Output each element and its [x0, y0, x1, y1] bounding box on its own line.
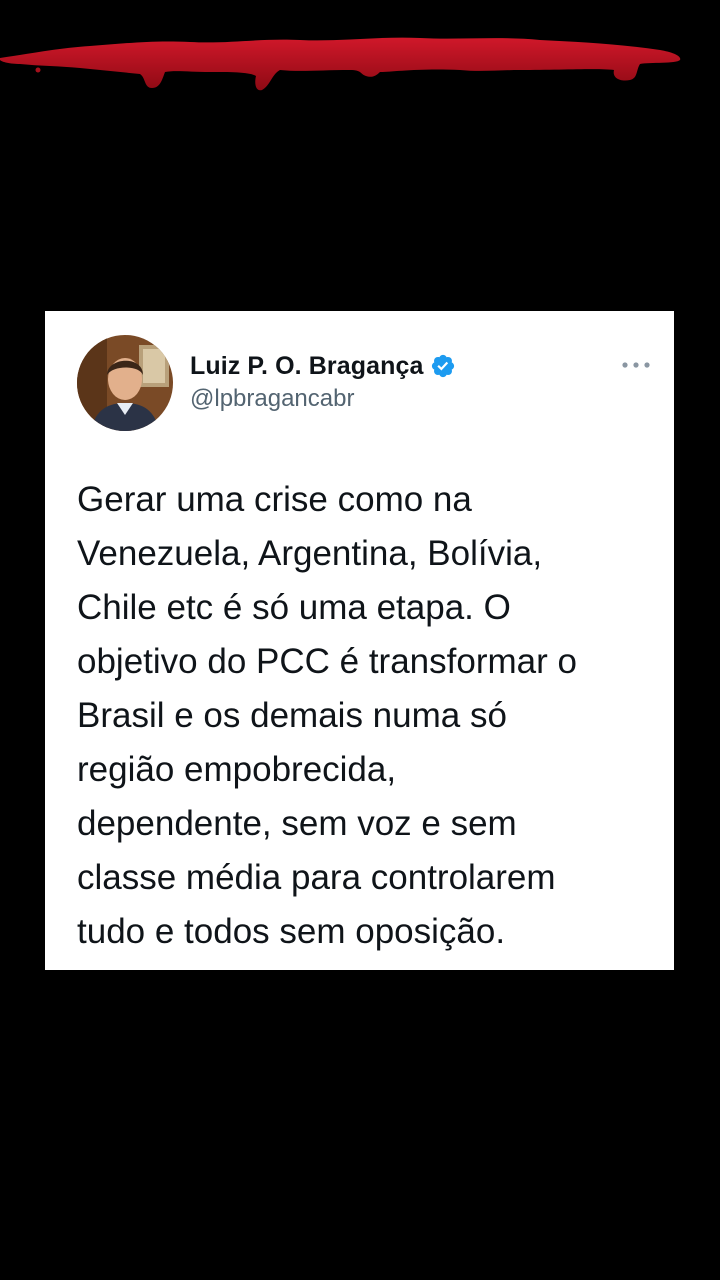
- author-display-name[interactable]: Luiz P. O. Bragança: [190, 352, 423, 381]
- tweet-text-line: Chile etc é só uma etapa. O: [77, 588, 511, 627]
- tweet-text-line: classe média para controlarem: [77, 858, 556, 897]
- tweet-text-line: objetivo do PCC é transformar o: [77, 642, 577, 681]
- avatar[interactable]: [77, 335, 173, 431]
- tweet-text-line: região empobrecida,: [77, 750, 397, 789]
- verified-badge-icon: [430, 353, 456, 379]
- tweet-text-line: tudo e todos sem oposição.: [77, 912, 506, 951]
- tweet-text-line: Brasil e os demais numa só: [77, 696, 507, 735]
- more-options-icon[interactable]: [620, 357, 652, 373]
- author-handle[interactable]: @lpbragancabr: [190, 385, 354, 413]
- author-name-row: Luiz P. O. Bragança: [190, 349, 456, 383]
- tweet-text: Gerar uma crise como na Venezuela, Argen…: [77, 473, 667, 959]
- blood-drip-decoration: [0, 37, 681, 91]
- tweet-text-line: Gerar uma crise como na: [77, 480, 472, 519]
- tweet-text-line: dependente, sem voz e sem: [77, 804, 517, 843]
- tweet-text-line: Venezuela, Argentina, Bolívia,: [77, 534, 543, 573]
- tweet-card[interactable]: Luiz P. O. Bragança @lpbragancabr Gerar …: [45, 311, 674, 970]
